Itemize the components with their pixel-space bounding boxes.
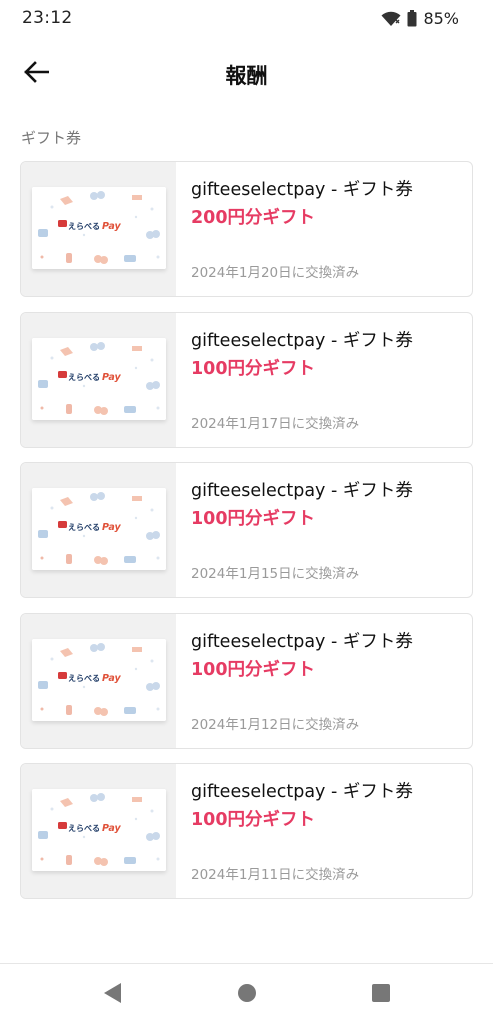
item-date: 2024年1月15日に交換済み bbox=[191, 566, 360, 582]
thumbnail-area: えらべる Pay bbox=[21, 613, 176, 748]
brand-pay: Pay bbox=[102, 823, 121, 834]
triangle-back-icon bbox=[102, 982, 122, 1008]
item-date: 2024年1月20日に交換済み bbox=[191, 265, 360, 281]
nav-back-button[interactable] bbox=[97, 980, 127, 1010]
gift-list-item[interactable]: えらべる Pay gifteeselectpay - ギフト券 100円分ギフト… bbox=[20, 763, 473, 899]
gift-list-item[interactable]: えらべる Pay gifteeselectpay - ギフト券 100円分ギフト… bbox=[20, 462, 473, 598]
item-info: gifteeselectpay - ギフト券 100円分ギフト bbox=[191, 628, 462, 681]
brand-logo: えらべる Pay bbox=[68, 673, 121, 684]
brand-name: えらべる bbox=[68, 523, 100, 532]
nav-recents-button[interactable] bbox=[366, 980, 396, 1010]
brand-name: えらべる bbox=[68, 372, 100, 382]
wifi-icon bbox=[381, 11, 401, 27]
brand-name: えらべる bbox=[68, 222, 100, 231]
brand-pay: Pay bbox=[102, 221, 121, 232]
gift-card-image: えらべる Pay bbox=[32, 789, 166, 871]
item-amount: 200円分ギフト bbox=[191, 208, 316, 228]
item-title: gifteeselectpay - ギフト券 bbox=[191, 330, 413, 351]
brand-pay: Pay bbox=[102, 522, 121, 533]
gift-card-image: えらべる Pay bbox=[32, 187, 166, 269]
square-recents-icon bbox=[371, 983, 391, 1007]
item-title: gifteeselectpay - ギフト券 bbox=[191, 631, 413, 652]
section-label: ギフト券 bbox=[21, 129, 82, 147]
battery-level: 85% bbox=[423, 9, 459, 28]
page-title: 報酬 bbox=[225, 64, 268, 88]
brand-logo: えらべる Pay bbox=[68, 823, 121, 834]
system-nav-bar bbox=[0, 963, 493, 1024]
status-time: 23:12 bbox=[22, 8, 73, 28]
gift-list-item[interactable]: えらべる Pay gifteeselectpay - ギフト券 100円分ギフト… bbox=[20, 612, 473, 749]
brand-pay: Pay bbox=[102, 371, 121, 383]
brand-logo: えらべる Pay bbox=[68, 221, 121, 232]
brand-name: えらべる bbox=[68, 824, 100, 833]
gift-card-image: えらべる Pay bbox=[32, 337, 166, 420]
item-info: gifteeselectpay - ギフト券 100円分ギフト bbox=[191, 477, 462, 530]
brand-logo: えらべる Pay bbox=[68, 522, 121, 533]
item-info: gifteeselectpay - ギフト券 100円分ギフト bbox=[191, 327, 462, 380]
brand-logo: えらべる Pay bbox=[68, 372, 121, 383]
item-amount: 100円分ギフト bbox=[191, 659, 316, 680]
thumbnail-area: えらべる Pay bbox=[21, 463, 176, 597]
battery-icon bbox=[407, 10, 417, 27]
gift-card-image: えらべる Pay bbox=[32, 488, 166, 570]
item-amount: 100円分ギフト bbox=[191, 358, 316, 379]
item-info: gifteeselectpay - ギフト券 200円分ギフト bbox=[191, 176, 462, 229]
gift-card-image: えらべる Pay bbox=[32, 638, 166, 721]
gift-list: えらべる Pay gifteeselectpay - ギフト券 200円分ギフト… bbox=[20, 161, 473, 914]
item-amount: 100円分ギフト bbox=[191, 509, 316, 529]
thumbnail-area: えらべる Pay bbox=[21, 162, 176, 296]
nav-home-button[interactable] bbox=[232, 980, 262, 1010]
item-info: gifteeselectpay - ギフト券 100円分ギフト bbox=[191, 778, 462, 831]
item-date: 2024年1月11日に交換済み bbox=[191, 867, 360, 883]
gift-list-item[interactable]: えらべる Pay gifteeselectpay - ギフト券 200円分ギフト… bbox=[20, 161, 473, 297]
thumbnail-area: えらべる Pay bbox=[21, 312, 176, 447]
item-date: 2024年1月17日に交換済み bbox=[191, 415, 360, 432]
item-amount: 100円分ギフト bbox=[191, 810, 316, 830]
brand-name: えらべる bbox=[68, 673, 100, 683]
item-title: gifteeselectpay - ギフト券 bbox=[191, 180, 413, 200]
circle-home-icon bbox=[237, 983, 257, 1007]
status-icons: 85% bbox=[381, 9, 459, 28]
thumbnail-area: えらべる Pay bbox=[21, 764, 176, 898]
app-bar: 報酬 bbox=[0, 44, 493, 102]
item-date: 2024年1月12日に交換済み bbox=[191, 716, 360, 733]
status-bar: 23:12 85% bbox=[0, 0, 493, 38]
item-title: gifteeselectpay - ギフト券 bbox=[191, 782, 413, 802]
brand-pay: Pay bbox=[102, 672, 121, 684]
gift-list-item[interactable]: えらべる Pay gifteeselectpay - ギフト券 100円分ギフト… bbox=[20, 311, 473, 448]
item-title: gifteeselectpay - ギフト券 bbox=[191, 481, 413, 501]
